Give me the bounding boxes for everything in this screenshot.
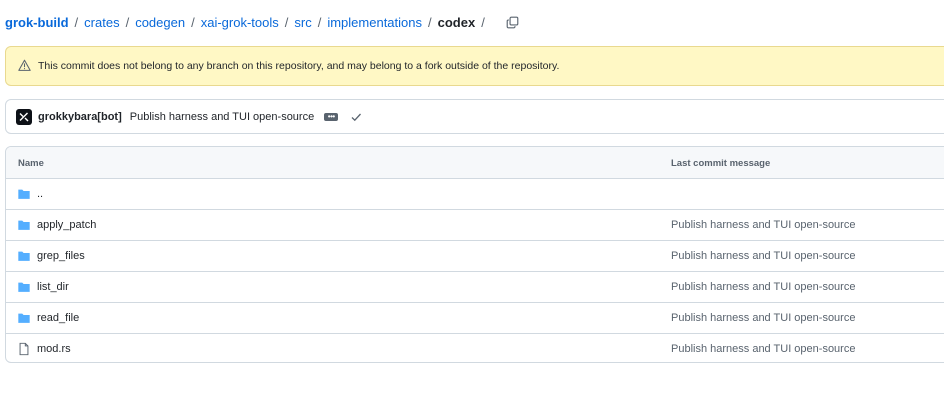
file-name-link[interactable]: read_file (37, 312, 79, 324)
file-name-link[interactable]: .. (37, 188, 43, 200)
file-icon (19, 342, 29, 356)
row-commit-message[interactable]: Publish harness and TUI open-source (671, 343, 855, 355)
file-name-link[interactable]: apply_patch (37, 219, 96, 231)
check-icon[interactable] (350, 111, 362, 123)
copy-path-button[interactable] (505, 14, 521, 30)
table-row[interactable]: mod.rs Publish harness and TUI open-sour… (6, 334, 944, 362)
column-header-name: Name (18, 158, 44, 169)
bot-logo-icon (19, 112, 29, 121)
commit-message-link[interactable]: Publish harness and TUI open-source (130, 111, 314, 123)
commit-author-link[interactable]: grokkybara[bot] (38, 111, 122, 123)
warning-text: This commit does not belong to any branc… (38, 60, 560, 72)
row-commit-message[interactable]: Publish harness and TUI open-source (671, 219, 855, 231)
folder-icon (18, 189, 30, 199)
file-table: Name Last commit message .. apply_patch … (5, 146, 944, 363)
file-name-link[interactable]: list_dir (37, 281, 69, 293)
breadcrumb: grok-build / crates / codegen / xai-grok… (5, 12, 521, 32)
row-commit-message[interactable]: Publish harness and TUI open-source (671, 250, 855, 262)
latest-commit-bar: grokkybara[bot] Publish harness and TUI … (5, 99, 944, 134)
repo-file-browser: grok-build / crates / codegen / xai-grok… (0, 0, 944, 414)
file-name-link[interactable]: mod.rs (37, 343, 71, 355)
column-header-last-commit: Last commit message (671, 158, 771, 169)
breadcrumb-link-xai-grok-tools[interactable]: xai-grok-tools (201, 15, 279, 30)
folder-icon (18, 220, 30, 230)
folder-icon (18, 251, 30, 261)
folder-icon (18, 313, 30, 323)
folder-icon (18, 282, 30, 292)
breadcrumb-root-link[interactable]: grok-build (5, 15, 69, 30)
ellipsis-label: ••• (327, 111, 335, 121)
row-commit-message[interactable]: Publish harness and TUI open-source (671, 312, 855, 324)
table-row[interactable]: grep_files Publish harness and TUI open-… (6, 241, 944, 272)
fork-warning-banner: This commit does not belong to any branc… (5, 46, 944, 86)
breadcrumb-separator: / (317, 14, 322, 30)
breadcrumb-separator: / (428, 14, 432, 30)
table-row-parent-dir[interactable]: .. (6, 179, 944, 210)
table-header: Name Last commit message (6, 147, 944, 179)
file-name-link[interactable]: grep_files (37, 250, 85, 262)
table-row[interactable]: list_dir Publish harness and TUI open-so… (6, 272, 944, 303)
copy-icon (506, 16, 519, 28)
alert-icon (18, 59, 32, 73)
table-row[interactable]: apply_patch Publish harness and TUI open… (6, 210, 944, 241)
breadcrumb-link-codegen[interactable]: codegen (135, 15, 185, 30)
breadcrumb-separator: / (481, 14, 485, 30)
breadcrumb-separator: / (284, 14, 289, 30)
breadcrumb-separator: / (191, 14, 195, 30)
avatar[interactable] (16, 108, 32, 125)
breadcrumb-link-src[interactable]: src (294, 15, 311, 30)
expand-commit-button[interactable]: ••• (324, 111, 339, 121)
breadcrumb-current: codex (437, 14, 476, 30)
table-row[interactable]: read_file Publish harness and TUI open-s… (6, 303, 944, 334)
breadcrumb-separator: / (74, 14, 79, 30)
breadcrumb-link-crates[interactable]: crates (84, 15, 119, 30)
breadcrumb-separator: / (125, 14, 130, 30)
row-commit-message[interactable]: Publish harness and TUI open-source (671, 281, 855, 293)
breadcrumb-link-implementations[interactable]: implementations (327, 15, 422, 30)
